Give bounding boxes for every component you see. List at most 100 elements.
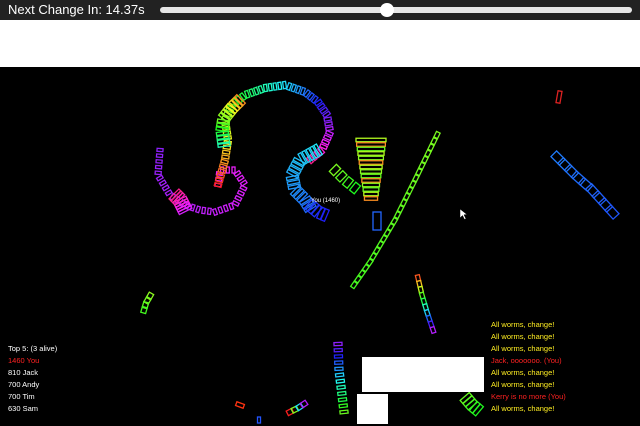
worm-segment [359,164,383,170]
white-block-small [357,394,388,424]
worm-segment [234,194,243,202]
player-label: You (1460) [311,198,340,204]
worm-segment [357,155,385,161]
worm-segment [239,184,248,192]
worm-segment [158,179,168,187]
worm-segment [334,366,344,372]
worm-segment [420,155,429,165]
leaderboard-entry: 700 Andy [8,380,40,389]
top-bar: Next Change In: 14.37s [0,0,640,20]
worm-segment [256,416,262,424]
leaderboard-entries: 1460 You 810 Jack 700 Andy 700 Tim 630 Sam [8,355,57,415]
worm-segment [139,305,149,315]
worm-segment [239,179,248,187]
worm-segment [355,142,386,147]
worm-segment [231,166,236,174]
worm-segment [277,81,283,91]
worm-segment [154,164,163,170]
worm-segment [423,149,432,158]
worm-segment [333,360,344,365]
worm-segment [234,400,246,410]
event-message: All worms, change! [491,344,555,353]
worm-segment [154,170,162,176]
worm-segment [363,196,379,201]
event-message: All worms, change! [491,320,555,329]
worm-segment [285,81,293,92]
worm-segment [222,204,230,213]
worm-segment [337,396,348,403]
game-arena[interactable]: You (1460) Top 5: (3 alive) 1460 You 810 … [0,67,640,426]
worm-segment [236,189,246,197]
worm-segment [231,199,241,207]
worm-segment [359,169,383,174]
worm-segment [206,207,212,216]
worm-segment [414,167,423,177]
worm-segment [349,280,359,290]
worm-segment [201,206,207,215]
worm-segment [357,151,385,156]
worm-segment [248,88,256,98]
worm-segment [336,390,347,397]
worm-segment [338,403,349,409]
worm-segment [361,178,381,183]
cursor-icon [459,208,468,220]
leaderboard-entry: 810 Jack [8,368,39,377]
worm-segment [236,174,245,183]
worm-segment [417,161,426,171]
worm-segment [333,347,343,353]
event-message: Kerry is no more (You) [491,392,566,401]
worm-segment [555,89,563,105]
event-message: Jack, ooooooo. (You) [491,356,562,365]
worm-segment [335,378,346,384]
worm-segment [155,153,164,159]
worm-segment [294,85,302,95]
worm-segment [252,86,260,96]
worm-segment [161,184,170,192]
worm-segment [281,80,288,90]
event-log: All worms, change! All worms, change! All … [491,319,566,415]
worm-segment [372,211,382,231]
worm-segment [290,83,298,93]
worm-segment [155,174,165,182]
event-message: All worms, change! [491,380,555,389]
change-slider-thumb[interactable] [379,3,394,17]
worm-segment [426,142,435,152]
worm-segment [262,83,269,93]
worm-segment [433,130,441,140]
worm-segment [429,325,437,335]
worm-segment [361,182,381,188]
leaderboard-title: Top 5: (3 alive) [8,344,58,353]
worm-segment [257,84,265,95]
worm-segment [323,116,333,122]
change-slider-track[interactable] [160,7,632,13]
worm-segment [211,207,219,217]
worm-segment [339,409,349,415]
worm-segment [267,82,273,92]
worm-segment [333,341,343,347]
header-spacer [0,20,640,67]
worm-segment [363,191,379,197]
worm-segment [221,149,231,155]
worm-segment [164,189,173,197]
worm-segment [272,82,278,91]
white-block [362,357,484,392]
next-change-timer: Next Change In: 14.37s [8,2,145,17]
worm-segment [360,173,382,179]
worm-segment [219,158,230,165]
worm-segment [362,187,380,192]
event-message: All worms, change! [491,368,555,377]
worm-segment [221,154,230,160]
worm-segment [356,146,386,152]
event-message: All worms, change! [491,332,555,341]
worm-segment [358,160,384,165]
worm-segment [194,205,202,214]
worm-segment [355,137,387,143]
worm-segment [604,203,620,221]
worm-segment [429,136,438,146]
worm-segment [336,384,346,391]
worm-segment [217,205,224,215]
leaderboard: Top 5: (3 alive) 1460 You 810 Jack 700 And… [8,343,57,415]
worm-segment [333,354,344,359]
leaderboard-entry: 700 Tim [8,392,35,401]
leaderboard-entry: 630 Sam [8,404,39,413]
